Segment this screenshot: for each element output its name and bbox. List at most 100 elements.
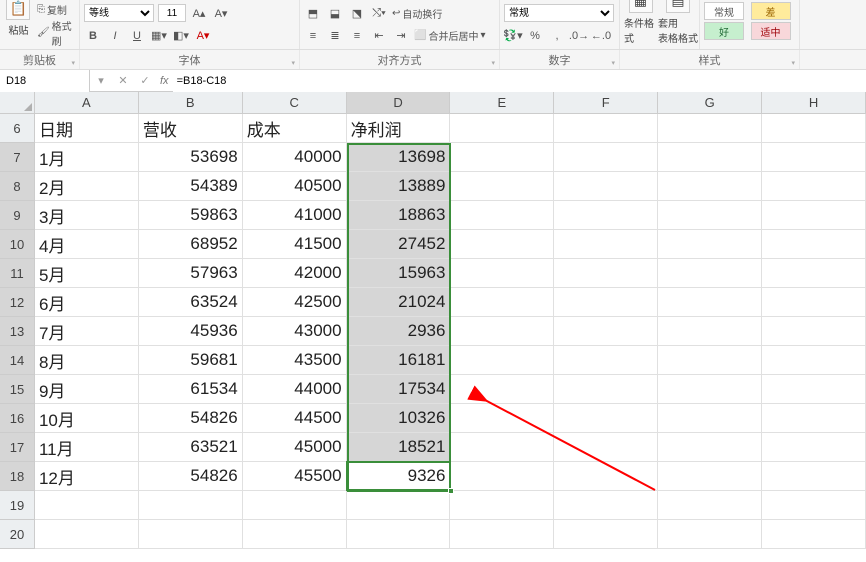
cell[interactable]: [554, 433, 658, 462]
orientation-icon[interactable]: ⤭▾: [370, 4, 388, 22]
column-header-D[interactable]: D: [347, 92, 451, 114]
cell[interactable]: 13889: [347, 172, 451, 201]
name-box-dropdown-icon[interactable]: ▾: [90, 70, 112, 92]
cell[interactable]: [658, 230, 762, 259]
cell[interactable]: [450, 491, 554, 520]
row-header[interactable]: 18: [0, 462, 35, 491]
cell[interactable]: 63524: [139, 288, 243, 317]
conditional-format-button[interactable]: ▦条件格式: [624, 0, 657, 45]
row-header[interactable]: 9: [0, 201, 35, 230]
formula-input[interactable]: [173, 70, 866, 92]
column-header-E[interactable]: E: [450, 92, 554, 114]
cell[interactable]: 7月: [35, 317, 139, 346]
row-header[interactable]: 14: [0, 346, 35, 375]
cell[interactable]: 净利润: [347, 114, 451, 143]
cell[interactable]: 59681: [139, 346, 243, 375]
style-bad[interactable]: 差: [751, 2, 791, 20]
align-bottom-icon[interactable]: ⬔: [348, 4, 366, 22]
indent-dec-icon[interactable]: ⇤: [370, 27, 388, 45]
cell[interactable]: [762, 317, 866, 346]
cell[interactable]: [658, 317, 762, 346]
cell[interactable]: [762, 346, 866, 375]
row-header[interactable]: 20: [0, 520, 35, 549]
increase-font-icon[interactable]: A▴: [190, 4, 208, 22]
row-header[interactable]: 6: [0, 114, 35, 143]
cell[interactable]: [658, 433, 762, 462]
cell[interactable]: 4月: [35, 230, 139, 259]
row-header[interactable]: 12: [0, 288, 35, 317]
paste-button[interactable]: 📋粘贴: [4, 0, 33, 37]
cell[interactable]: 45500: [243, 462, 347, 491]
cell[interactable]: [554, 520, 658, 549]
align-center-icon[interactable]: ≣: [326, 27, 344, 45]
cell[interactable]: 45936: [139, 317, 243, 346]
cell[interactable]: [554, 259, 658, 288]
cell[interactable]: 54389: [139, 172, 243, 201]
row-header[interactable]: 15: [0, 375, 35, 404]
cell[interactable]: [762, 201, 866, 230]
cell[interactable]: [347, 520, 451, 549]
cell[interactable]: [658, 404, 762, 433]
cell[interactable]: 44500: [243, 404, 347, 433]
cell[interactable]: 11月: [35, 433, 139, 462]
cell[interactable]: 45000: [243, 433, 347, 462]
cell[interactable]: 10月: [35, 404, 139, 433]
name-box[interactable]: [0, 70, 90, 92]
column-header-F[interactable]: F: [554, 92, 658, 114]
column-header-B[interactable]: B: [139, 92, 243, 114]
cell[interactable]: 61534: [139, 375, 243, 404]
cell[interactable]: 5月: [35, 259, 139, 288]
cell[interactable]: 18521: [347, 433, 451, 462]
cell[interactable]: 42000: [243, 259, 347, 288]
row-header[interactable]: 8: [0, 172, 35, 201]
worksheet-grid[interactable]: ABCDEFGH 6日期营收成本净利润71月53698400001369882月…: [0, 92, 866, 549]
cell[interactable]: 54826: [139, 404, 243, 433]
select-all-corner[interactable]: [0, 92, 35, 114]
cell[interactable]: [450, 404, 554, 433]
cell[interactable]: 6月: [35, 288, 139, 317]
cell[interactable]: [450, 462, 554, 491]
cell[interactable]: 40000: [243, 143, 347, 172]
cell[interactable]: 42500: [243, 288, 347, 317]
merge-center-button[interactable]: ⬜ 合并后居中▾: [414, 28, 485, 43]
fx-icon[interactable]: fx: [160, 75, 169, 87]
copy-button[interactable]: ⎘ 复制: [37, 2, 75, 17]
indent-inc-icon[interactable]: ⇥: [392, 27, 410, 45]
row-header[interactable]: 13: [0, 317, 35, 346]
cell[interactable]: 53698: [139, 143, 243, 172]
cell[interactable]: 10326: [347, 404, 451, 433]
number-format-select[interactable]: 常规: [504, 4, 614, 22]
cell[interactable]: [554, 346, 658, 375]
cell[interactable]: [658, 520, 762, 549]
row-header[interactable]: 10: [0, 230, 35, 259]
cell[interactable]: 44000: [243, 375, 347, 404]
style-normal[interactable]: 常规: [704, 2, 744, 20]
cell[interactable]: [658, 114, 762, 143]
cell[interactable]: 3月: [35, 201, 139, 230]
cell[interactable]: 27452: [347, 230, 451, 259]
border-button[interactable]: ▦▾: [150, 27, 168, 45]
cell[interactable]: [762, 259, 866, 288]
cell[interactable]: 12月: [35, 462, 139, 491]
cell[interactable]: 68952: [139, 230, 243, 259]
font-family-select[interactable]: 等线: [84, 4, 154, 22]
fill-color-button[interactable]: ◧▾: [172, 27, 190, 45]
cell[interactable]: [658, 201, 762, 230]
cell[interactable]: 营收: [139, 114, 243, 143]
cell[interactable]: 41000: [243, 201, 347, 230]
underline-button[interactable]: U: [128, 27, 146, 45]
cell[interactable]: [658, 288, 762, 317]
cell[interactable]: [554, 491, 658, 520]
cell[interactable]: 40500: [243, 172, 347, 201]
cell[interactable]: 43000: [243, 317, 347, 346]
cell[interactable]: [139, 520, 243, 549]
column-header-G[interactable]: G: [658, 92, 762, 114]
cell[interactable]: [762, 172, 866, 201]
italic-button[interactable]: I: [106, 27, 124, 45]
cell[interactable]: 54826: [139, 462, 243, 491]
cell[interactable]: [762, 143, 866, 172]
cell[interactable]: [450, 259, 554, 288]
cell[interactable]: [762, 404, 866, 433]
cell[interactable]: [450, 317, 554, 346]
cell[interactable]: [762, 114, 866, 143]
